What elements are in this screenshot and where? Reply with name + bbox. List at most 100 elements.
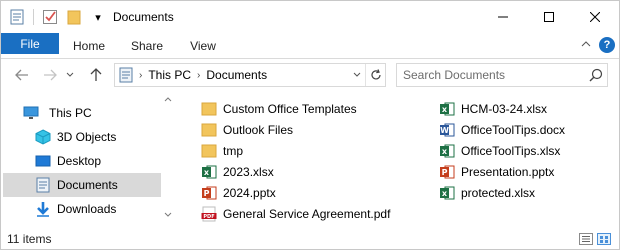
svg-text:x: x [442, 147, 448, 156]
folder-icon [201, 101, 217, 117]
list-item[interactable]: P Presentation.pptx [439, 161, 554, 182]
sidebar-item-label: Desktop [57, 154, 102, 168]
close-button[interactable] [572, 1, 618, 33]
list-item[interactable]: tmp [201, 140, 243, 161]
maximize-icon [544, 12, 554, 22]
checkmark-icon[interactable] [40, 7, 60, 27]
close-icon [590, 12, 600, 22]
file-name: Custom Office Templates [223, 101, 357, 116]
cube-3d-icon [35, 129, 51, 145]
breadcrumb-documents[interactable]: Documents [206, 68, 267, 82]
file-name: OfficeToolTips.xlsx [461, 143, 561, 158]
list-item[interactable]: x OfficeToolTips.xlsx [439, 140, 560, 161]
details-view-icon[interactable] [579, 233, 593, 248]
downloads-icon [35, 201, 51, 217]
list-item[interactable]: Outlook Files [201, 119, 293, 140]
back-button[interactable] [11, 64, 33, 86]
powerpoint-file-icon: P [201, 185, 217, 201]
excel-file-icon: x [439, 143, 455, 159]
list-item[interactable]: x 2023.xlsx [201, 161, 274, 182]
sidebar-item-3d-objects[interactable]: 3D Objects [3, 125, 161, 149]
svg-text:x: x [442, 189, 448, 198]
list-item[interactable]: x HCM-03-24.xlsx [439, 98, 547, 119]
up-arrow-icon [90, 68, 102, 81]
breadcrumb-chevron-icon: › [139, 69, 143, 81]
scroll-down-icon [164, 212, 172, 217]
svg-text:x: x [204, 168, 210, 177]
expand-ribbon-icon[interactable] [581, 38, 591, 52]
item-count: 11 items [7, 232, 52, 246]
recent-locations-button[interactable] [63, 64, 77, 86]
qat-separator [33, 9, 34, 25]
qat-dropdown-icon[interactable]: ▾ [88, 7, 108, 27]
list-item[interactable]: x protected.xlsx [439, 182, 535, 203]
tab-file[interactable]: File [1, 33, 59, 54]
status-bar: 11 items [1, 229, 619, 249]
file-list: Custom Office Templates Outlook Files tm… [195, 95, 615, 227]
scroll-up-icon [164, 97, 172, 102]
back-arrow-icon [15, 69, 28, 81]
maximize-button[interactable] [526, 1, 572, 33]
navigation-pane-scrollbar[interactable] [163, 91, 173, 229]
refresh-icon [370, 69, 381, 80]
tab-home[interactable]: Home [65, 33, 113, 59]
folder-icon [201, 143, 217, 159]
forward-arrow-icon [44, 69, 57, 81]
svg-text:P: P [442, 168, 448, 177]
file-name: General Service Agreement.pdf [223, 206, 391, 221]
list-item[interactable]: P 2024.pptx [201, 182, 276, 203]
file-name: Outlook Files [223, 122, 294, 137]
list-item[interactable]: Custom Office Templates [201, 98, 357, 119]
refresh-button[interactable] [365, 64, 385, 86]
svg-text:PDF: PDF [203, 214, 214, 220]
svg-text:x: x [442, 105, 448, 114]
chevron-down-icon [66, 72, 74, 77]
address-dropdown-icon[interactable] [351, 69, 363, 81]
sidebar-item-label: Downloads [57, 202, 117, 216]
view-toggle [579, 233, 611, 248]
forward-button[interactable] [39, 64, 61, 86]
help-icon[interactable]: ? [599, 37, 615, 53]
address-bar[interactable]: › This PC › Documents [114, 63, 386, 87]
documents-icon [35, 177, 51, 193]
sidebar-item-label: 3D Objects [57, 130, 117, 144]
up-button[interactable] [85, 64, 107, 86]
minimize-button[interactable] [480, 1, 526, 33]
sidebar-item-this-pc[interactable]: This PC [3, 101, 161, 125]
file-name: Presentation.pptx [461, 164, 555, 179]
ribbon-right-controls: ? [581, 37, 615, 53]
word-file-icon: W [439, 122, 455, 138]
search-icon [589, 68, 603, 85]
new-folder-icon[interactable] [64, 7, 84, 27]
large-icons-view-icon[interactable] [597, 233, 611, 248]
excel-file-icon: x [439, 101, 455, 117]
excel-file-icon: x [201, 164, 217, 180]
quick-access-toolbar: ▾ [7, 7, 108, 27]
svg-text:P: P [204, 189, 210, 198]
ribbon-tabs: File Home Share View ? [1, 33, 619, 59]
search-input[interactable] [403, 68, 583, 82]
navigation-pane: This PC 3D Objects Desktop Documents Dow… [1, 91, 163, 229]
breadcrumb-this-pc[interactable]: This PC [148, 68, 191, 82]
sidebar-item-label: This PC [49, 106, 92, 120]
folder-icon [201, 122, 217, 138]
documents-icon [119, 67, 133, 83]
file-name: 2024.pptx [223, 185, 276, 200]
excel-file-icon: x [439, 185, 455, 201]
file-name: tmp [223, 143, 244, 158]
breadcrumb-chevron-icon: › [197, 69, 201, 81]
tab-share[interactable]: Share [123, 33, 171, 59]
search-box[interactable] [396, 63, 608, 87]
tab-view[interactable]: View [179, 33, 227, 59]
sidebar-item-downloads[interactable]: Downloads [3, 197, 161, 221]
list-item[interactable]: W OfficeToolTips.docx [439, 119, 565, 140]
file-name: HCM-03-24.xlsx [461, 101, 548, 116]
pdf-file-icon: PDF [201, 206, 217, 222]
properties-icon[interactable] [7, 7, 27, 27]
sidebar-item-desktop[interactable]: Desktop [3, 149, 161, 173]
title-bar: ▾ Documents [1, 1, 619, 33]
computer-icon [23, 105, 39, 121]
list-item[interactable]: PDF General Service Agreement.pdf [201, 203, 390, 224]
powerpoint-file-icon: P [439, 164, 455, 180]
sidebar-item-documents[interactable]: Documents [3, 173, 161, 197]
